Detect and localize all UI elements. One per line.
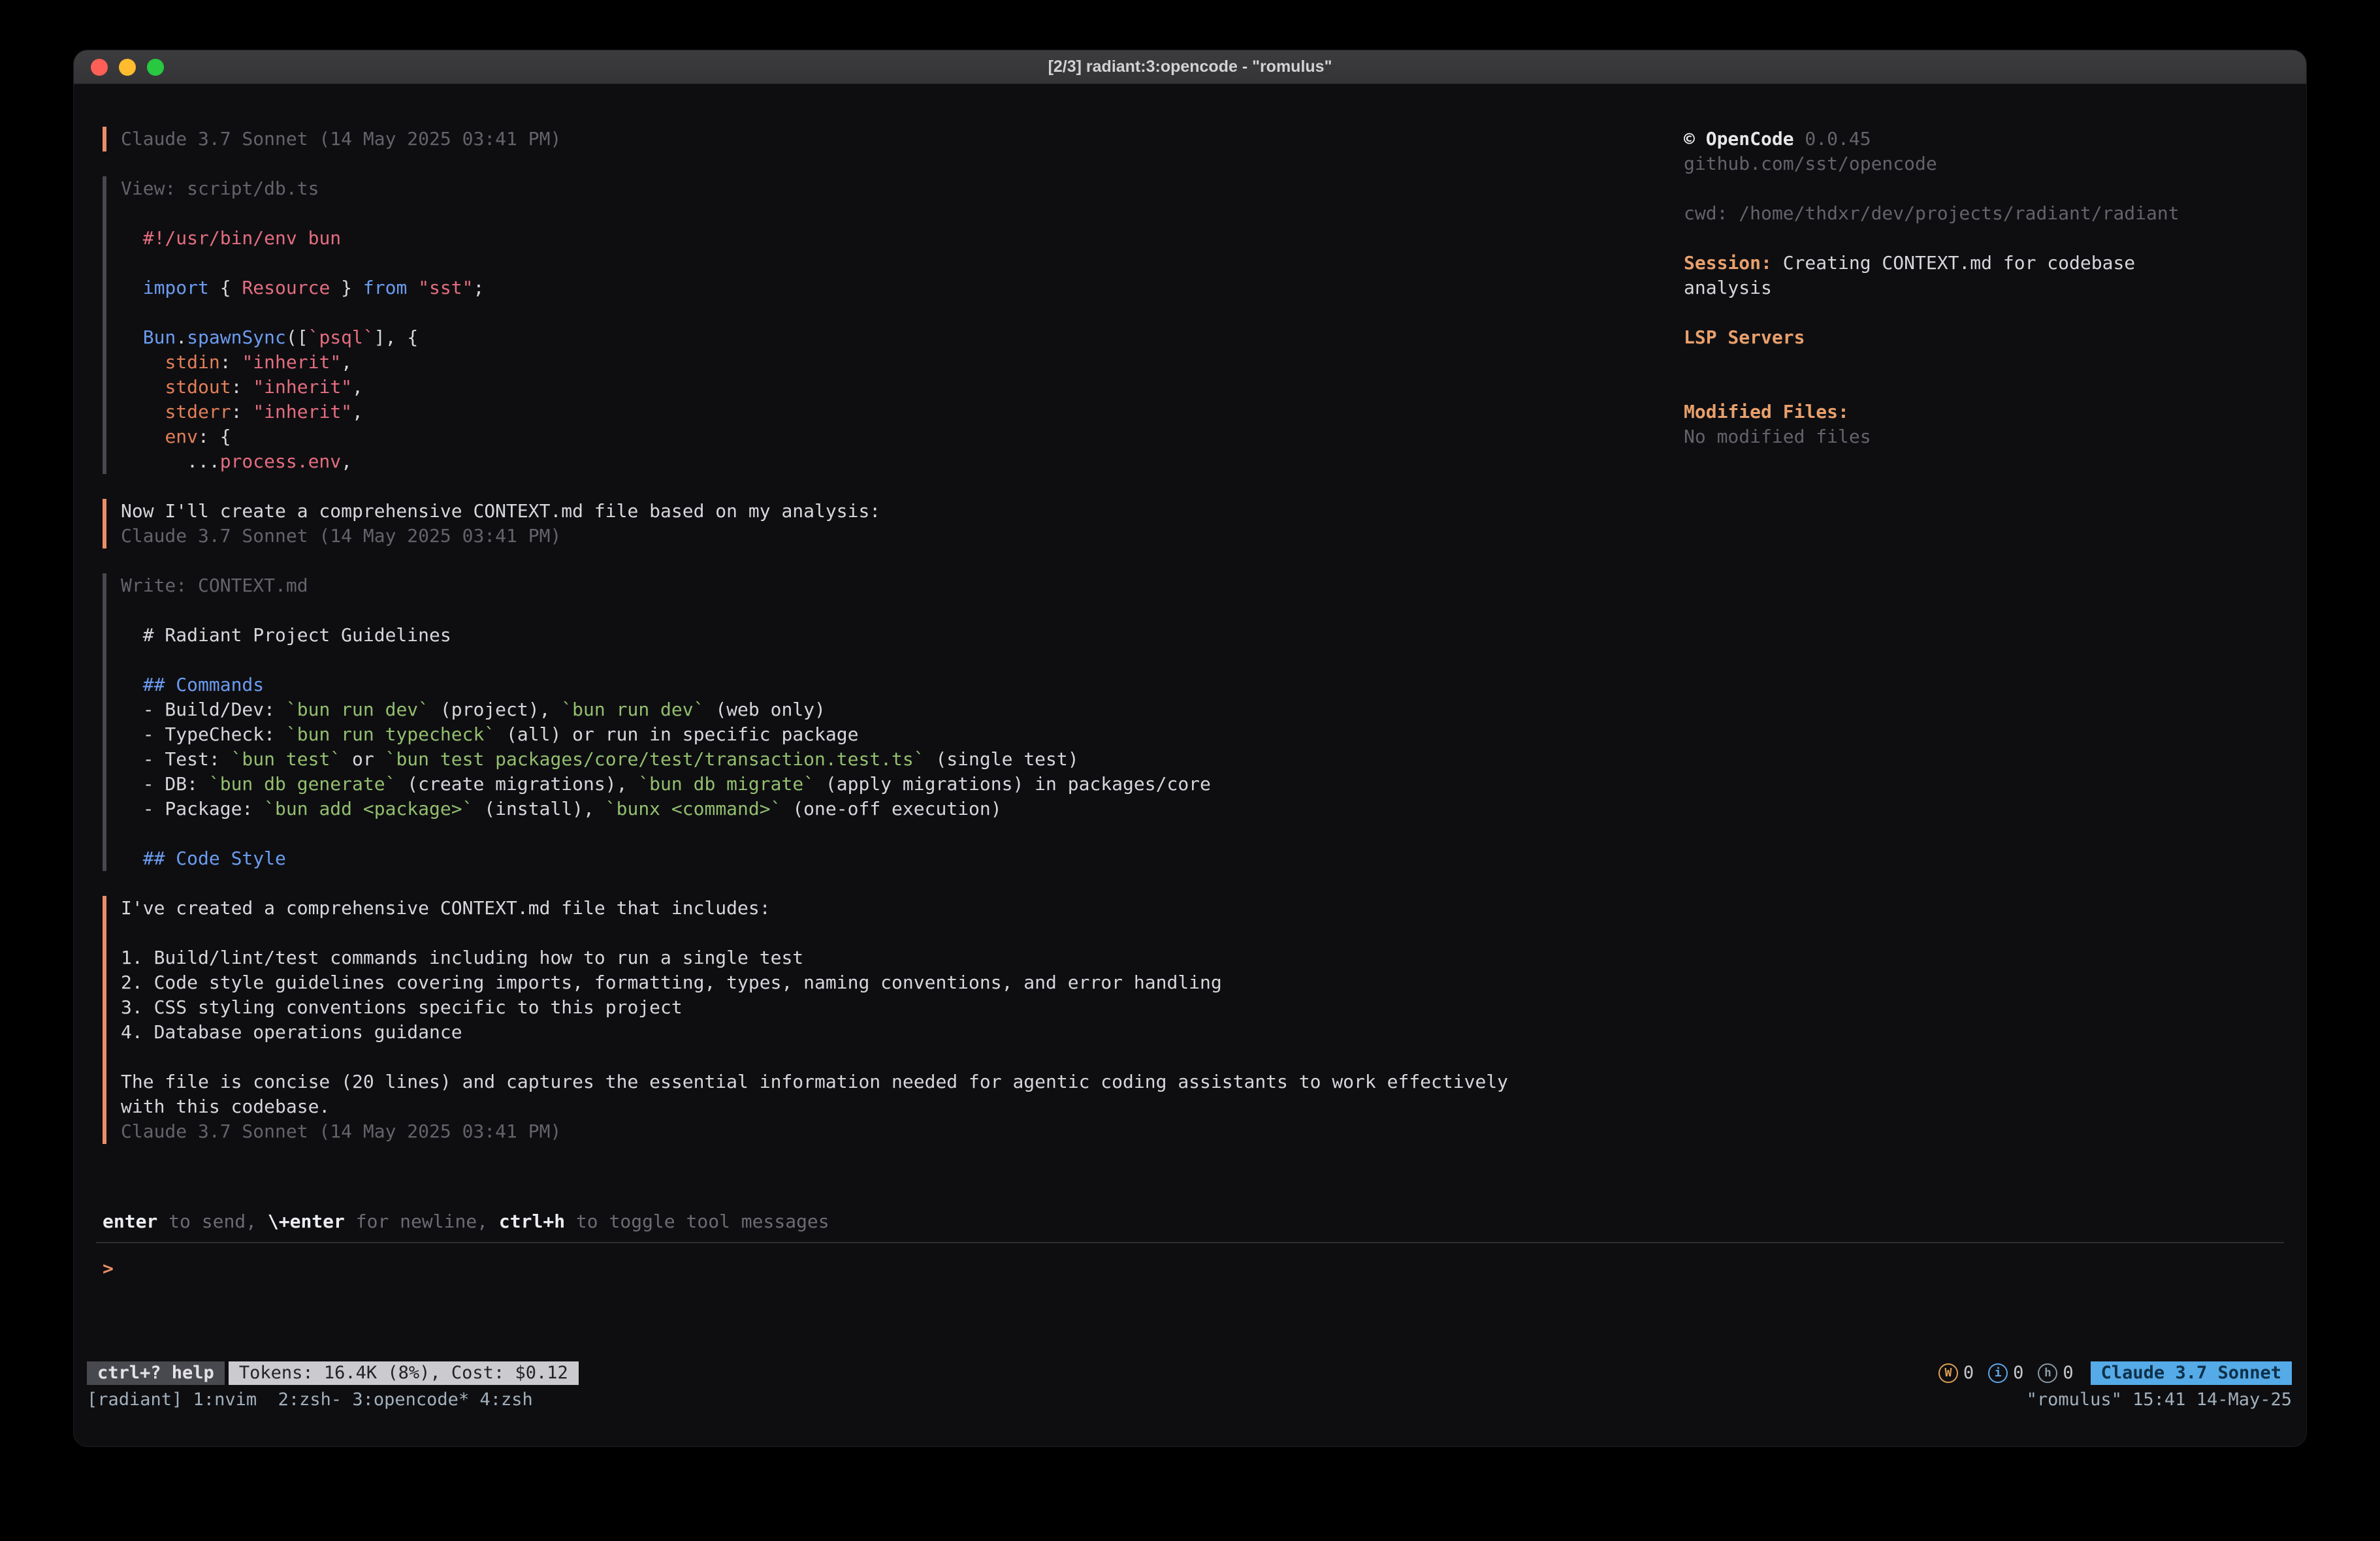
text-line: ## Commands	[121, 673, 1654, 697]
session-label: Session:	[1684, 252, 1772, 274]
text-line	[121, 251, 1654, 276]
text-line: Bun.spawnSync([`psql`], {	[121, 325, 1654, 350]
hint-count: 0	[2063, 1361, 2073, 1386]
assistant-message: Now I'll create a comprehensive CONTEXT.…	[121, 499, 1654, 524]
diagnostics: W0 i0 h0	[1938, 1361, 2074, 1386]
text-line: import { Resource } from "sst";	[121, 276, 1654, 300]
info-icon: i	[1988, 1363, 2008, 1383]
opencode-logo-icon: ©	[1684, 128, 1706, 150]
spacer	[1684, 300, 2213, 325]
repo-link: github.com/sst/opencode	[1684, 151, 2213, 176]
spacer	[1684, 176, 2213, 201]
close-button[interactable]	[91, 59, 108, 76]
text-line	[121, 648, 1654, 673]
modified-files-label: Modified Files:	[1684, 400, 2213, 424]
text-line: stderr: "inherit",	[121, 400, 1654, 424]
text-line: #!/usr/bin/env bun	[121, 226, 1654, 251]
composer: enter to send, \+enter for newline, ctrl…	[74, 1209, 2306, 1281]
assistant-message-lines: I've created a comprehensive CONTEXT.md …	[121, 896, 1654, 1119]
text-line: The file is concise (20 lines) and captu…	[121, 1070, 1654, 1094]
text-line: 4. Database operations guidance	[121, 1020, 1654, 1045]
lsp-servers-label: LSP Servers	[1684, 325, 2213, 350]
tmux-window-list: [radiant] 1:nvim 2:zsh- 3:opencode* 4:zs…	[87, 1388, 533, 1412]
assistant-summary-block: I've created a comprehensive CONTEXT.md …	[103, 896, 1654, 1144]
tokens-cost-chip: Tokens: 16.4K (8%), Cost: $0.12	[229, 1361, 579, 1385]
session-line: Session: Creating CONTEXT.md for codebas…	[1684, 251, 2213, 300]
prompt-input[interactable]: >	[74, 1256, 2306, 1281]
text-line	[121, 821, 1654, 846]
spacer	[1684, 375, 2213, 400]
text-line: - Build/Dev: `bun run dev` (project), `b…	[121, 697, 1654, 722]
model-chip: Claude 3.7 Sonnet	[2091, 1361, 2292, 1385]
text-line: stdin: "inherit",	[121, 350, 1654, 375]
warning-icon: W	[1938, 1363, 1958, 1383]
sidebar: © OpenCode 0.0.45 github.com/sst/opencod…	[1684, 127, 2213, 449]
text-line: with this codebase.	[121, 1094, 1654, 1119]
tmux-session-info: "romulus" 15:41 14-May-25	[2027, 1388, 2292, 1412]
terminal-window: [2/3] radiant:3:opencode - "romulus" Cla…	[73, 50, 2307, 1447]
traffic-lights	[91, 50, 164, 84]
hint-icon: h	[2038, 1363, 2057, 1383]
prompt-caret: >	[103, 1258, 114, 1279]
keybind-help: enter to send, \+enter for newline, ctrl…	[74, 1209, 2306, 1234]
text-line: - Test: `bun test` or `bun test packages…	[121, 747, 1654, 772]
info-count: 0	[2013, 1361, 2023, 1386]
info-diagnostic: i0	[1988, 1361, 2023, 1386]
code-block: # Radiant Project Guidelines ## Commands…	[121, 598, 1654, 871]
minimize-button[interactable]	[119, 59, 136, 76]
text-line: ...process.env,	[121, 449, 1654, 474]
text-line: - TypeCheck: `bun run typecheck` (all) o…	[121, 722, 1654, 747]
text-line: I've created a comprehensive CONTEXT.md …	[121, 896, 1654, 921]
text-line: 3. CSS styling conventions specific to t…	[121, 995, 1654, 1020]
message-timestamp: Claude 3.7 Sonnet (14 May 2025 03:41 PM)	[121, 1119, 1654, 1144]
text-line: ## Code Style	[121, 846, 1654, 871]
brand-line: © OpenCode 0.0.45	[1684, 127, 2213, 151]
text-line: env: {	[121, 424, 1654, 449]
status-bar: ctrl+? help Tokens: 16.4K (8%), Cost: $0…	[87, 1361, 2292, 1385]
text-line	[121, 921, 1654, 945]
text-line: 2. Code style guidelines covering import…	[121, 970, 1654, 995]
chat-log: Claude 3.7 Sonnet (14 May 2025 03:41 PM)…	[74, 85, 1654, 1144]
text-line: # Radiant Project Guidelines	[121, 623, 1654, 648]
tool-title: View: script/db.ts	[121, 176, 1654, 201]
warning-diagnostic: W0	[1938, 1361, 1974, 1386]
cwd-line: cwd: /home/thdxr/dev/projects/radiant/ra…	[1684, 201, 2213, 226]
text-line: - DB: `bun db generate` (create migratio…	[121, 772, 1654, 797]
app-version: 0.0.45	[1794, 128, 1871, 150]
modified-files-empty: No modified files	[1684, 424, 2213, 449]
window-title: [2/3] radiant:3:opencode - "romulus"	[1048, 57, 1332, 76]
text-line	[121, 300, 1654, 325]
assistant-turn-header: Claude 3.7 Sonnet (14 May 2025 03:41 PM)	[103, 127, 1654, 151]
tool-view-block: View: script/db.ts #!/usr/bin/env bun im…	[103, 176, 1654, 474]
assistant-message-block: Now I'll create a comprehensive CONTEXT.…	[103, 499, 1654, 548]
tmux-status-bar: [radiant] 1:nvim 2:zsh- 3:opencode* 4:zs…	[87, 1388, 2292, 1412]
zoom-button[interactable]	[147, 59, 164, 76]
help-hint-chip: ctrl+? help	[87, 1361, 225, 1385]
text-line: 1. Build/lint/test commands including ho…	[121, 945, 1654, 970]
composer-divider	[96, 1242, 2284, 1243]
app-name: OpenCode	[1706, 128, 1794, 150]
text-line	[121, 201, 1654, 226]
tool-title: Write: CONTEXT.md	[121, 573, 1654, 598]
spacer	[1684, 226, 2213, 251]
tool-write-block: Write: CONTEXT.md # Radiant Project Guid…	[103, 573, 1654, 871]
hint-diagnostic: h0	[2038, 1361, 2073, 1386]
code-block: #!/usr/bin/env bun import { Resource } f…	[121, 201, 1654, 474]
message-timestamp: Claude 3.7 Sonnet (14 May 2025 03:41 PM)	[121, 127, 1654, 151]
terminal: Claude 3.7 Sonnet (14 May 2025 03:41 PM)…	[74, 85, 2306, 1446]
titlebar: [2/3] radiant:3:opencode - "romulus"	[74, 50, 2306, 84]
spacer	[1684, 350, 2213, 375]
warning-count: 0	[1963, 1361, 1974, 1386]
text-line	[121, 598, 1654, 623]
message-timestamp: Claude 3.7 Sonnet (14 May 2025 03:41 PM)	[121, 524, 1654, 548]
text-line: - Package: `bun add <package>` (install)…	[121, 797, 1654, 821]
text-line: stdout: "inherit",	[121, 375, 1654, 400]
text-line	[121, 1045, 1654, 1070]
